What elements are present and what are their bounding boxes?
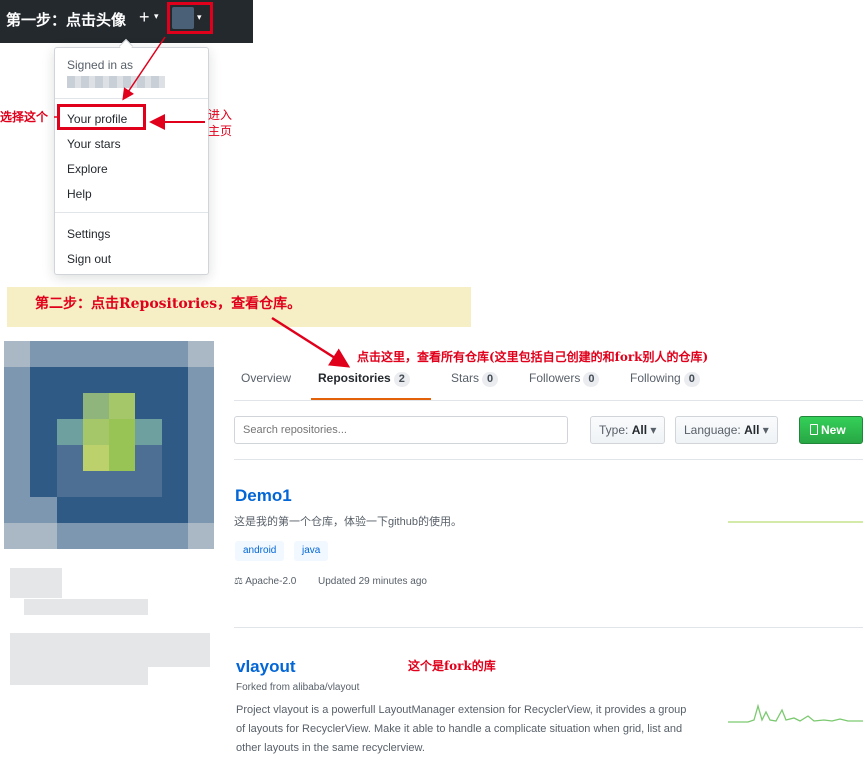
menu-item-help[interactable]: Help [67,187,92,201]
profile-bio-blurred [10,667,148,685]
tab-count: 0 [683,372,700,387]
tab-overview[interactable]: Overview [241,371,291,385]
activity-sparkline [728,703,863,723]
menu-item-settings[interactable]: Settings [67,227,110,241]
menu-divider [55,212,208,213]
highlight-box [57,104,146,130]
step1-annotation: 第一步：点击头像 [6,11,127,29]
tab-count: 0 [482,372,499,387]
tab-following[interactable]: Following 0 [630,371,700,387]
tab-count: 2 [393,372,410,387]
repo-updated: Updated 29 minutes ago [318,576,427,587]
step2-annotation: 第二步：点击Repositories，查看仓库。 [35,296,302,312]
chevron-down-icon: ▾ [762,423,769,437]
repo-description: 这是我的第一个仓库，体验一下github的使用。 [234,516,462,528]
menu-item-sign-out[interactable]: Sign out [67,252,111,266]
repo-divider [234,627,863,628]
chevron-down-icon: ▾ [197,12,202,22]
signed-in-label: Signed in as [67,58,134,72]
profile-bio-blurred [10,633,210,667]
topic-tag[interactable]: android [235,541,285,561]
signed-in-username [67,76,165,88]
profile-avatar[interactable] [4,341,214,549]
repo-name-link[interactable]: vlayout [236,657,296,677]
enter-home-annotation: 进入主页 [208,108,233,138]
repo-description: Project vlayout is a powerfull LayoutMan… [236,704,687,754]
tabs-divider [234,400,863,401]
select-this-annotation: 选择这个 [0,110,49,124]
click-here-annotation: 点击这里，查看所有仓库(这里包括自己创建的和fork别人的仓库) [357,350,709,364]
topic-tag[interactable]: java [294,541,329,561]
profile-username-blurred [24,599,148,615]
tab-count: 0 [583,372,600,387]
fork-annotation: 这个是fork的库 [408,659,496,673]
language-filter-select[interactable]: Language: All ▾ [675,416,778,444]
tab-followers[interactable]: Followers 0 [529,371,600,387]
activity-sparkline [728,521,863,523]
type-filter-select[interactable]: Type: All ▾ [590,416,666,444]
chevron-down-icon: ▾ [154,11,159,21]
repo-license: ⚖ Apache-2.0 [234,576,297,587]
plus-icon[interactable]: + [139,7,150,28]
filter-divider [234,459,863,460]
repo-icon [810,424,818,435]
repo-name-link[interactable]: Demo1 [235,486,292,506]
menu-item-explore[interactable]: Explore [67,162,108,176]
chevron-down-icon: ▾ [650,423,657,437]
menu-divider [55,98,208,99]
avatar[interactable] [172,7,194,29]
search-repositories-input[interactable] [234,416,568,444]
new-repo-button[interactable]: New [799,416,863,444]
tab-repositories[interactable]: Repositories 2 [318,371,410,387]
law-icon: ⚖ [234,576,243,587]
tab-stars[interactable]: Stars 0 [451,371,499,387]
menu-item-your-stars[interactable]: Your stars [67,137,121,151]
profile-name-blurred [10,568,62,598]
forked-from-text: Forked from alibaba/vlayout [236,682,360,693]
